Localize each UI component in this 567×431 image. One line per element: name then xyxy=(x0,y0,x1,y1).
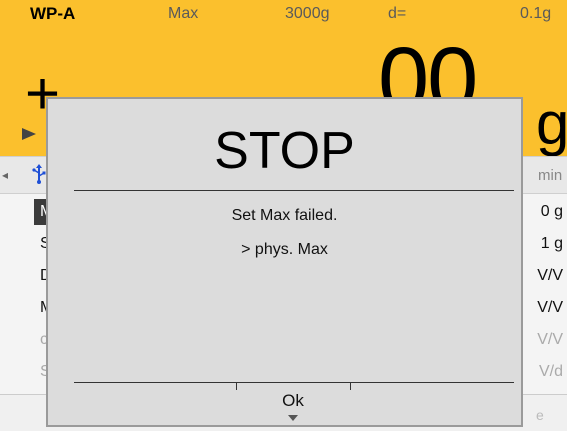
list-item-value: V/V xyxy=(537,331,563,348)
bottom-right-mark: e xyxy=(536,407,544,423)
scale-model-label: WP-A xyxy=(30,4,76,23)
softkey-separator xyxy=(350,382,351,390)
list-item-value: V/V xyxy=(537,299,563,316)
dialog-title: STOP xyxy=(214,122,355,180)
max-label: Max xyxy=(168,5,199,22)
ok-button[interactable]: Ok xyxy=(268,391,318,411)
stop-dialog: STOP Set Max failed. > phys. Max Ok xyxy=(46,97,523,427)
list-item-value: 0 g xyxy=(540,203,563,220)
readability-value: 0.1g xyxy=(520,5,552,22)
list-item-value: 1 g xyxy=(540,235,563,252)
ok-down-arrow-icon xyxy=(288,415,298,421)
dialog-divider xyxy=(74,190,514,191)
max-value: 3000g xyxy=(285,5,330,22)
status-bar: WP-A Max 3000g d= 0.1g xyxy=(0,0,567,28)
weight-unit: g xyxy=(536,90,567,157)
scroll-left-icon[interactable]: ◂ xyxy=(2,168,8,182)
softkey-separator xyxy=(236,382,237,390)
dialog-message-line1: Set Max failed. xyxy=(231,207,338,224)
toolbar-right-label: min xyxy=(538,167,563,184)
list-item-value: V/V xyxy=(537,267,563,284)
dialog-message-line2: > phys. Max xyxy=(241,241,328,258)
list-item-value: V/d xyxy=(538,363,563,380)
readability-label: d= xyxy=(388,5,407,22)
softkey-divider xyxy=(74,382,514,383)
usb-icon xyxy=(32,164,46,184)
stability-arrow-icon xyxy=(22,128,36,140)
